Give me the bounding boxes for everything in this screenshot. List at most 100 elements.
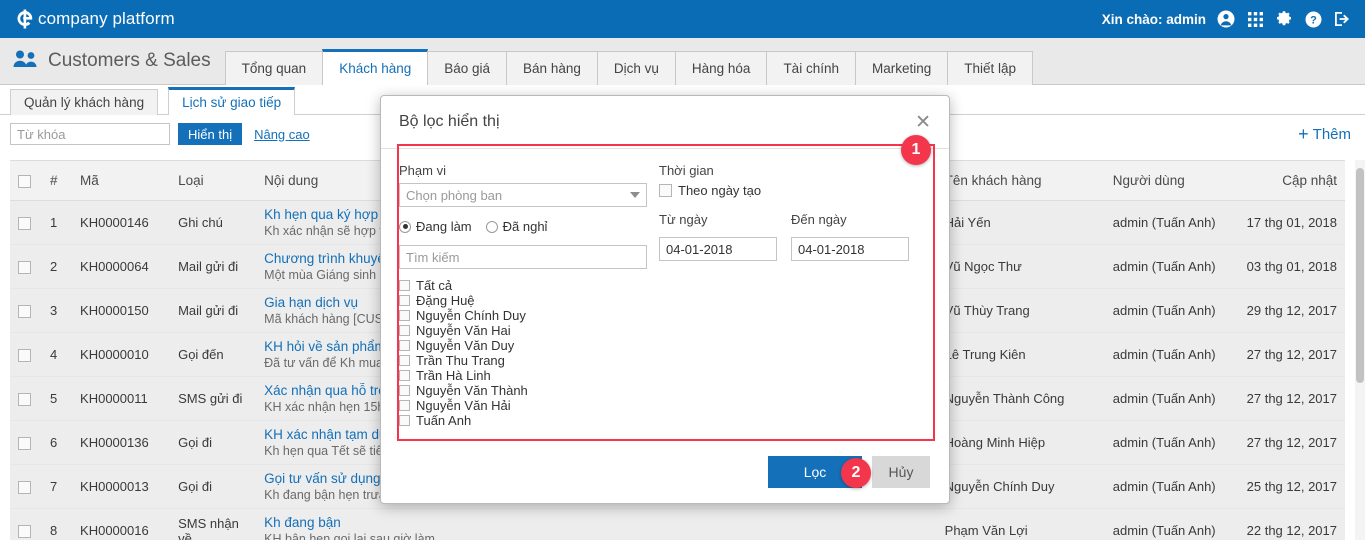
by-created-date-checkbox[interactable] xyxy=(659,184,672,197)
modal-body: Phạm vi Chọn phòng ban Đang làm Đã nghỉ … xyxy=(381,149,949,426)
select-all-checkbox[interactable] xyxy=(18,174,31,188)
time-label: Thời gian xyxy=(659,163,714,178)
user-icon[interactable] xyxy=(1217,10,1235,28)
by-created-date-label: Theo ngày tạo xyxy=(678,183,762,198)
to-date-input[interactable] xyxy=(791,237,909,261)
help-icon[interactable]: ? xyxy=(1304,10,1322,28)
employee-checkbox-label: Tất cả xyxy=(416,278,453,293)
table-row[interactable]: 8 KH0000016 SMS nhận về Kh đang bận KH bận h… xyxy=(10,508,1345,540)
row-checkbox[interactable] xyxy=(18,437,31,451)
employee-checkbox-item[interactable]: Nguyễn Văn Hai xyxy=(399,323,647,338)
row-checkbox[interactable] xyxy=(18,217,31,231)
employee-checkbox-item[interactable]: Trần Thu Trang xyxy=(399,352,647,368)
tab-khach-hang[interactable]: Khách hàng xyxy=(322,49,429,85)
employee-checkbox-item[interactable]: Đặng Huệ xyxy=(399,292,647,308)
row-ma: KH0000013 xyxy=(72,464,171,509)
row-cap-nhat: 29 thg 12, 2017 xyxy=(1234,288,1345,333)
scrollbar-thumb[interactable] xyxy=(1356,168,1364,383)
subtab-quan-ly-khach-hang[interactable]: Quản lý khách hàng xyxy=(10,89,159,115)
row-index: 6 xyxy=(42,420,73,465)
tab-dich-vu[interactable]: Dịch vụ xyxy=(596,51,676,85)
employee-checkbox[interactable] xyxy=(399,414,410,426)
row-ten-khach-hang: Vũ Thùy Trang xyxy=(936,288,1105,333)
employee-checkbox[interactable] xyxy=(399,324,410,336)
row-checkbox[interactable] xyxy=(18,349,31,363)
employee-checkbox-label: Nguyễn Văn Hải xyxy=(416,397,511,413)
row-index: 8 xyxy=(42,508,73,540)
gear-icon[interactable] xyxy=(1275,10,1293,28)
tab-tong-quan[interactable]: Tổng quan xyxy=(224,51,324,85)
from-date-group: Từ ngày xyxy=(659,212,777,261)
employee-checkbox-item[interactable]: Trần Hà Linh xyxy=(399,367,647,383)
tab-bao-gia[interactable]: Báo giá xyxy=(427,51,508,85)
department-select[interactable]: Chọn phòng ban xyxy=(399,183,647,207)
employee-checkbox-item[interactable]: Tuấn Anh xyxy=(399,413,647,426)
subtab-lich-su-giao-tiep[interactable]: Lịch sử giao tiếp xyxy=(168,87,296,115)
employee-checkbox-label: Trần Hà Linh xyxy=(416,367,491,383)
employee-checkbox[interactable] xyxy=(399,339,410,351)
search-input[interactable] xyxy=(10,123,170,145)
row-cap-nhat: 27 thg 12, 2017 xyxy=(1234,376,1345,421)
tab-ban-hang[interactable]: Bán hàng xyxy=(506,51,598,85)
row-cap-nhat: 25 thg 12, 2017 xyxy=(1234,464,1345,509)
from-date-input[interactable] xyxy=(659,237,777,261)
row-noi-dung-title[interactable]: Kh đang bận xyxy=(264,515,929,530)
row-loai: SMS nhận về xyxy=(170,508,257,540)
radio-dang-lam[interactable]: Đang làm xyxy=(399,219,472,234)
radio-da-nghi[interactable]: Đã nghỉ xyxy=(485,219,547,234)
cancel-button[interactable]: Hủy xyxy=(872,456,930,488)
employee-checkbox[interactable] xyxy=(399,399,410,411)
tab-tai-chinh[interactable]: Tài chính xyxy=(766,51,856,85)
row-checkbox[interactable] xyxy=(18,305,31,319)
employee-checkbox[interactable] xyxy=(399,279,410,291)
employee-checkbox-item[interactable]: Nguyễn Văn Duy xyxy=(399,338,647,353)
row-nguoi-dung: admin (Tuấn Anh) xyxy=(1104,464,1235,509)
scope-search-input[interactable] xyxy=(399,245,647,269)
close-icon[interactable]: ✕ xyxy=(915,113,931,132)
employee-checkbox[interactable] xyxy=(399,354,410,366)
employee-checkbox-label: Đặng Huệ xyxy=(416,292,475,308)
employee-checkbox-item[interactable]: Nguyễn Văn Hải xyxy=(399,397,647,413)
employee-checkbox-label: Tuấn Anh xyxy=(416,412,472,426)
apps-grid-icon[interactable] xyxy=(1246,10,1264,28)
employee-checkbox-label: Trần Thu Trang xyxy=(416,352,505,368)
row-loai: Gọi đến xyxy=(170,332,257,377)
employee-checkbox[interactable] xyxy=(399,369,410,381)
vertical-scrollbar[interactable] xyxy=(1355,160,1365,540)
brand-logo[interactable]: company platform xyxy=(14,8,175,30)
col-index: # xyxy=(42,160,73,201)
row-nguoi-dung: admin (Tuấn Anh) xyxy=(1104,420,1235,465)
employee-checkbox-item[interactable]: Nguyễn Chính Duy xyxy=(399,307,647,323)
tab-marketing[interactable]: Marketing xyxy=(854,51,949,85)
row-nguoi-dung: admin (Tuấn Anh) xyxy=(1104,332,1235,377)
module-title-group: Customers & Sales xyxy=(0,37,211,84)
by-created-date-checkbox-row[interactable]: Theo ngày tạo xyxy=(659,183,917,198)
plus-icon: + xyxy=(1298,124,1309,144)
employee-checkbox-label: Nguyễn Chính Duy xyxy=(416,307,526,323)
row-checkbox[interactable] xyxy=(18,261,31,275)
advanced-search-link[interactable]: Nâng cao xyxy=(254,127,310,142)
top-right-controls: Xin chào: admin ? xyxy=(1102,10,1351,28)
row-noi-dung: Kh đang bận KH bận hẹn gọi lại sau giờ là… xyxy=(256,508,937,540)
employee-checkbox[interactable] xyxy=(399,384,410,396)
row-checkbox[interactable] xyxy=(18,481,31,495)
col-nguoi-dung: Người dùng xyxy=(1104,160,1235,201)
employee-checkbox[interactable] xyxy=(399,309,410,321)
row-checkbox[interactable] xyxy=(18,393,31,407)
scope-section: Phạm vi Chọn phòng ban Đang làm Đã nghỉ … xyxy=(399,163,649,426)
show-button[interactable]: Hiển thị xyxy=(178,123,243,145)
radio-da-nghi-dot xyxy=(485,220,498,233)
row-index: 7 xyxy=(42,464,73,509)
employee-checkbox-item[interactable]: Nguyễn Văn Thành xyxy=(399,383,647,398)
from-date-label: Từ ngày xyxy=(659,212,708,227)
add-button-label: Thêm xyxy=(1312,125,1351,143)
row-checkbox[interactable] xyxy=(18,525,31,539)
employee-checkbox-item[interactable]: Tất cả xyxy=(399,278,647,293)
chevron-down-icon xyxy=(630,192,640,198)
row-loai: Gọi đi xyxy=(170,420,257,465)
employee-checkbox[interactable] xyxy=(399,294,410,306)
add-button[interactable]: + Thêm xyxy=(1298,125,1351,143)
tab-hang-hoa[interactable]: Hàng hóa xyxy=(674,51,768,85)
tab-thiet-lap[interactable]: Thiết lập xyxy=(947,51,1034,85)
logout-icon[interactable] xyxy=(1333,10,1351,28)
